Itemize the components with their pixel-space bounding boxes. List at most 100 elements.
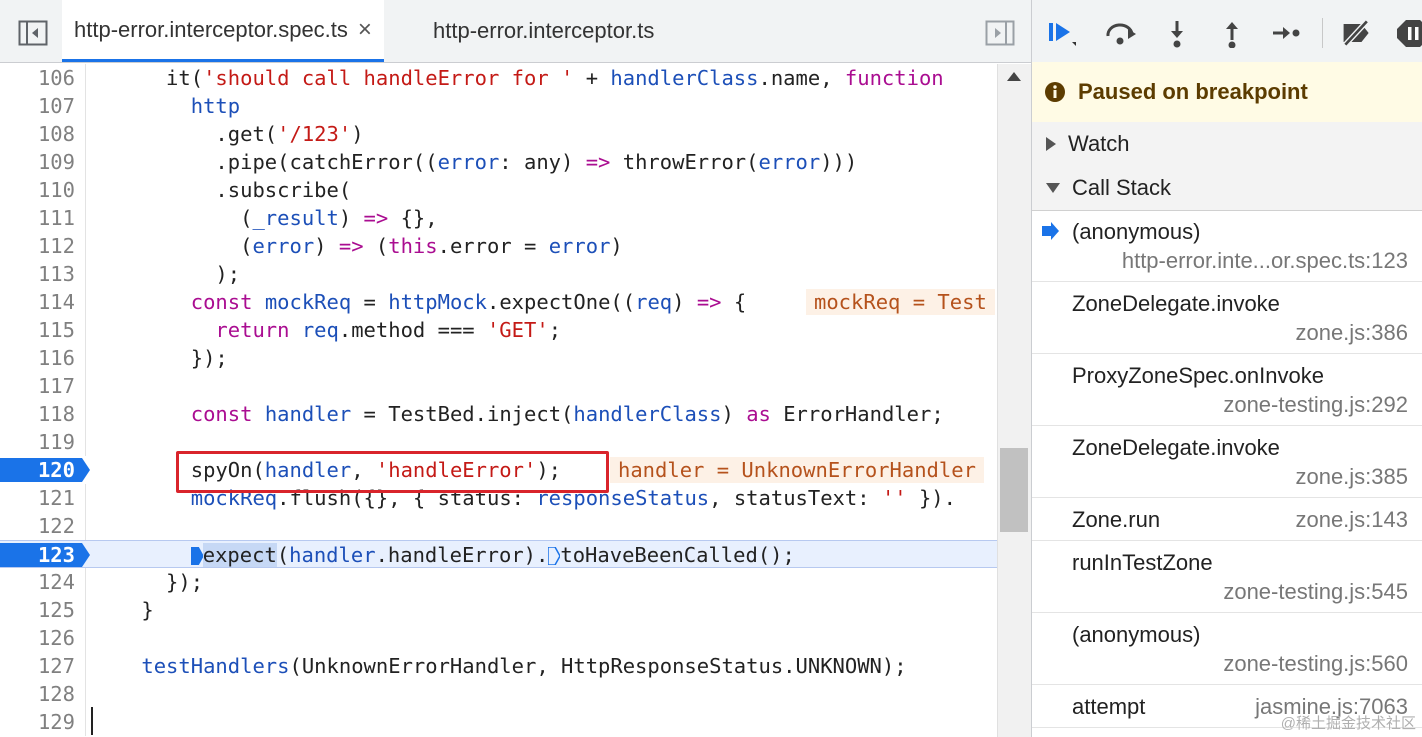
line-number: 118: [37, 402, 75, 426]
close-icon[interactable]: ×: [358, 16, 372, 44]
code-line[interactable]: 118 const handler = TestBed.inject(handl…: [0, 400, 997, 428]
step-icon[interactable]: [1269, 16, 1303, 50]
line-gutter[interactable]: 108: [0, 120, 86, 148]
code-line[interactable]: 106 it('should call handleError for ' + …: [0, 64, 997, 92]
code-line[interactable]: 112 (error) => (this.error = error): [0, 232, 997, 260]
pause-on-exceptions-icon[interactable]: [1396, 16, 1422, 50]
code-line[interactable]: 126: [0, 624, 997, 652]
call-frame[interactable]: runInTestZone zone-testing.js:545: [1032, 541, 1422, 613]
debugger-sidebar: Paused on breakpoint Watch Call Stack (a…: [1031, 0, 1422, 737]
code-line[interactable]: 127 testHandlers(UnknownErrorHandler, Ht…: [0, 652, 997, 680]
line-gutter[interactable]: 111: [0, 204, 86, 232]
code-line[interactable]: 108 .get('/123'): [0, 120, 997, 148]
code-line[interactable]: 117: [0, 372, 997, 400]
line-number: 107: [37, 94, 75, 118]
line-number: 113: [37, 262, 75, 286]
frame-function-name: ProxyZoneSpec.onInvoke: [1072, 363, 1324, 388]
code-line[interactable]: 107 http: [0, 92, 997, 120]
chevron-down-icon: [1046, 183, 1060, 193]
line-gutter[interactable]: 124: [0, 568, 86, 596]
tab-label: http-error.interceptor.ts: [433, 18, 655, 43]
callstack-section-header[interactable]: Call Stack: [1032, 166, 1422, 211]
code-text: it('should call handleError for ' + hand…: [92, 66, 944, 90]
call-frame[interactable]: ProxyZoneSpec.onInvoke zone-testing.js:29…: [1032, 354, 1422, 426]
line-gutter[interactable]: 123: [0, 541, 90, 569]
line-gutter[interactable]: 119: [0, 428, 86, 456]
line-gutter[interactable]: 107: [0, 92, 86, 120]
code-line[interactable]: 124 });: [0, 568, 997, 596]
code-line[interactable]: 123 expect(handler.handleError). toHaveBe…: [0, 540, 997, 568]
frame-location: zone.js:386: [1295, 320, 1408, 345]
line-number: 109: [37, 150, 75, 174]
call-frame[interactable]: Zone.run zone.js:143: [1032, 498, 1422, 541]
inline-breakpoint-icon[interactable]: [190, 547, 203, 565]
toolbar-divider: [1322, 18, 1323, 48]
code-line[interactable]: 111 (_result) => {},: [0, 204, 997, 232]
step-over-icon[interactable]: [1104, 16, 1138, 50]
line-number: 127: [37, 654, 75, 678]
watch-section-header[interactable]: Watch: [1032, 122, 1422, 167]
tab-spec-file[interactable]: http-error.interceptor.spec.ts ×: [62, 0, 384, 62]
code-text: (_result) => {},: [92, 206, 438, 230]
code-line[interactable]: 129: [0, 708, 997, 736]
code-line[interactable]: 122: [0, 512, 997, 540]
step-into-icon[interactable]: [1160, 16, 1194, 50]
line-gutter[interactable]: 110: [0, 176, 86, 204]
line-number: 129: [37, 710, 75, 734]
line-number: 125: [37, 598, 75, 622]
call-frame[interactable]: (anonymous) http-error.inte...or.spec.ts:…: [1032, 210, 1422, 282]
code-text: }: [92, 598, 154, 622]
code-text: const mockReq = httpMock.expectOne((req)…: [190, 290, 747, 314]
frame-location: zone-testing.js:545: [1223, 579, 1408, 604]
step-out-icon[interactable]: [1215, 16, 1249, 50]
line-gutter[interactable]: 115: [0, 316, 86, 344]
line-gutter[interactable]: 129: [0, 708, 86, 736]
code-line[interactable]: 125 }: [0, 596, 997, 624]
scroll-up-icon[interactable]: [1007, 72, 1021, 81]
code-line[interactable]: 115 return req.method === 'GET';: [0, 316, 997, 344]
line-number: 111: [37, 206, 75, 230]
line-gutter[interactable]: 127: [0, 652, 86, 680]
code-line[interactable]: 128: [0, 680, 997, 708]
frame-function-name: (anonymous): [1072, 622, 1201, 647]
editor-scrollbar[interactable]: [997, 64, 1031, 737]
deactivate-breakpoints-icon[interactable]: [1340, 16, 1374, 50]
line-number: 108: [37, 122, 75, 146]
call-frame[interactable]: ZoneDelegate.invoke zone.js:385: [1032, 426, 1422, 498]
line-gutter[interactable]: 114: [0, 288, 86, 316]
inline-breakpoint-icon[interactable]: [548, 547, 561, 565]
line-gutter[interactable]: 125: [0, 596, 86, 624]
line-gutter[interactable]: 112: [0, 232, 86, 260]
line-gutter[interactable]: 116: [0, 344, 86, 372]
tab-interceptor-file[interactable]: http-error.interceptor.ts: [433, 0, 654, 62]
line-number: 116: [37, 346, 75, 370]
line-gutter[interactable]: 109: [0, 148, 86, 176]
code-line[interactable]: 113 );: [0, 260, 997, 288]
line-gutter[interactable]: 121: [0, 484, 86, 512]
code-line[interactable]: 109 .pipe(catchError((error: any) => thr…: [0, 148, 997, 176]
line-gutter[interactable]: 126: [0, 624, 86, 652]
line-gutter[interactable]: 128: [0, 680, 86, 708]
sidebar-toggle-icon[interactable]: [18, 19, 48, 47]
code-text: const handler = TestBed.inject(handlerCl…: [190, 402, 944, 426]
call-frame[interactable]: (anonymous) zone-testing.js:560: [1032, 613, 1422, 685]
scrollbar-thumb[interactable]: [1000, 448, 1028, 532]
code-area[interactable]: 106 it('should call handleError for ' + …: [0, 64, 997, 737]
line-gutter[interactable]: 106: [0, 64, 86, 92]
line-number: 114: [37, 290, 75, 314]
code-line[interactable]: 114 const mockReq = httpMock.expectOne((…: [0, 288, 997, 316]
frame-function-name: runInTestZone: [1072, 550, 1213, 575]
line-gutter[interactable]: 113: [0, 260, 86, 288]
debugger-toolbar: [1032, 0, 1422, 63]
resume-icon[interactable]: [1046, 16, 1080, 50]
code-line[interactable]: 110 .subscribe(: [0, 176, 997, 204]
debugger-panel-toggle-icon[interactable]: [985, 19, 1015, 47]
line-gutter[interactable]: 122: [0, 512, 86, 540]
line-gutter[interactable]: 120: [0, 456, 90, 484]
code-text: http: [190, 94, 241, 118]
code-line[interactable]: 116 });: [0, 344, 997, 372]
line-gutter[interactable]: 118: [0, 400, 86, 428]
line-gutter[interactable]: 117: [0, 372, 86, 400]
call-frame[interactable]: ZoneDelegate.invoke zone.js:386: [1032, 282, 1422, 354]
frame-location: zone-testing.js:560: [1223, 651, 1408, 676]
